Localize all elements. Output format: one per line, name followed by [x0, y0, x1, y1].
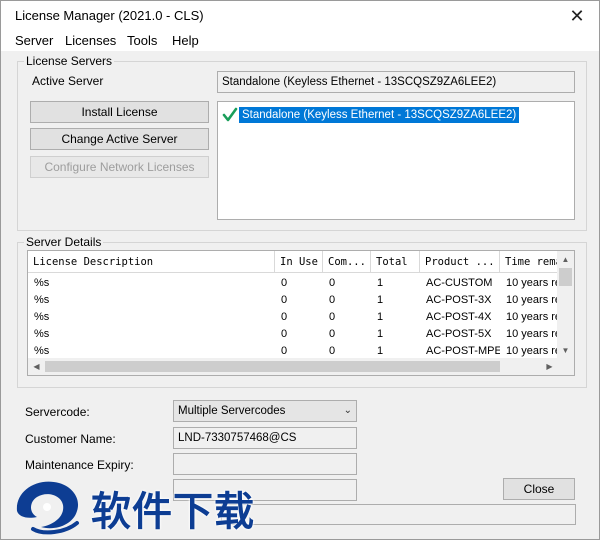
- dragon-logo-icon: [16, 481, 79, 535]
- table-cell: 10 years re: [506, 277, 558, 289]
- table-cell: 10 years re: [506, 294, 558, 306]
- vertical-scrollbar[interactable]: ▲ ▼: [557, 251, 574, 359]
- maintenance-expiry-label: Maintenance Expiry:: [25, 458, 134, 472]
- column-header-time-remaining[interactable]: Time rema: [500, 251, 558, 273]
- menu-licenses[interactable]: Licenses: [65, 33, 116, 48]
- license-manager-window: License Manager (2021.0 - CLS) ✕ Server …: [0, 0, 600, 540]
- table-cell: 0: [329, 328, 336, 340]
- table-cell: 10 years re: [506, 328, 558, 340]
- servercode-dropdown-value: Multiple Servercodes: [178, 405, 286, 417]
- servercode-label: Servercode:: [25, 405, 90, 419]
- column-header-total[interactable]: Total: [371, 251, 420, 273]
- customer-name-label: Customer Name:: [25, 432, 116, 446]
- title-bar: License Manager (2021.0 - CLS) ✕: [1, 1, 599, 31]
- table-cell: %s: [34, 311, 50, 323]
- table-cell: 1: [377, 294, 384, 306]
- menu-server[interactable]: Server: [15, 33, 53, 48]
- column-header-in-use[interactable]: In Use: [275, 251, 323, 273]
- scroll-down-icon[interactable]: ▼: [557, 342, 574, 359]
- table-row[interactable]: %s 0 0 1 AC-POST-5X 10 years re: [28, 326, 558, 343]
- table-cell: %s: [34, 294, 50, 306]
- active-server-label: Active Server: [32, 74, 104, 88]
- watermark-text: 软件下载: [91, 489, 255, 535]
- license-servers-group-label: License Servers: [24, 54, 115, 68]
- column-header-license-description[interactable]: License Description: [28, 251, 275, 273]
- check-icon: [222, 107, 238, 122]
- table-cell: %s: [34, 328, 50, 340]
- active-server-field: Standalone (Keyless Ethernet - 13SCQSZ9Z…: [217, 71, 575, 93]
- configure-network-licenses-button: Configure Network Licenses: [30, 156, 209, 178]
- table-cell: 0: [281, 328, 288, 340]
- table-cell: 0: [281, 311, 288, 323]
- server-list-item[interactable]: Standalone (Keyless Ethernet - 13SCQSZ9Z…: [222, 107, 520, 123]
- menu-tools[interactable]: Tools: [127, 33, 157, 48]
- table-cell: AC-POST-3X: [426, 294, 492, 306]
- table-cell: AC-POST-5X: [426, 328, 492, 340]
- table-cell: AC-CUSTOM: [426, 277, 493, 289]
- chevron-down-icon: ⌄: [343, 405, 352, 416]
- close-window-icon[interactable]: ✕: [565, 5, 589, 27]
- scroll-corner: [557, 358, 574, 375]
- install-license-button[interactable]: Install License: [30, 101, 209, 123]
- table-cell: 1: [377, 277, 384, 289]
- server-details-table[interactable]: License Description In Use Com... Total …: [27, 250, 575, 376]
- watermark: 软件下载: [7, 471, 297, 540]
- table-cell: 0: [281, 277, 288, 289]
- table-cell: 0: [329, 277, 336, 289]
- horizontal-scrollbar[interactable]: ◀ ▶: [28, 358, 558, 375]
- table-cell: %s: [34, 277, 50, 289]
- column-header-committed[interactable]: Com...: [323, 251, 371, 273]
- table-cell: 10 years re: [506, 311, 558, 323]
- table-cell: 0: [329, 311, 336, 323]
- table-cell: 1: [377, 328, 384, 340]
- table-cell: 0: [281, 294, 288, 306]
- horizontal-scroll-thumb[interactable]: [45, 361, 500, 372]
- table-cell: 1: [377, 311, 384, 323]
- server-list-item-label: Standalone (Keyless Ethernet - 13SCQSZ9Z…: [239, 107, 520, 123]
- close-button[interactable]: Close: [503, 478, 575, 500]
- change-active-server-button[interactable]: Change Active Server: [30, 128, 209, 150]
- vertical-scroll-thumb[interactable]: [559, 268, 572, 286]
- column-header-product[interactable]: Product ...: [420, 251, 500, 273]
- server-details-group-label: Server Details: [24, 235, 104, 249]
- table-row[interactable]: %s 0 0 1 AC-POST-3X 10 years re: [28, 292, 558, 309]
- table-cell: 0: [329, 294, 336, 306]
- table-row[interactable]: %s 0 0 1 AC-CUSTOM 10 years re: [28, 275, 558, 292]
- customer-name-field: LND-7330757468@CS: [173, 427, 357, 449]
- scroll-up-icon[interactable]: ▲: [557, 251, 574, 268]
- table-cell: AC-POST-4X: [426, 311, 492, 323]
- menu-help[interactable]: Help: [172, 33, 199, 48]
- window-title: License Manager (2021.0 - CLS): [15, 8, 204, 23]
- scroll-left-icon[interactable]: ◀: [28, 358, 45, 375]
- server-list[interactable]: Standalone (Keyless Ethernet - 13SCQSZ9Z…: [217, 101, 575, 220]
- menu-bar: Server Licenses Tools Help: [1, 31, 599, 51]
- scroll-right-icon[interactable]: ▶: [541, 358, 558, 375]
- servercode-dropdown[interactable]: Multiple Servercodes ⌄: [173, 400, 357, 422]
- table-row[interactable]: %s 0 0 1 AC-POST-4X 10 years re: [28, 309, 558, 326]
